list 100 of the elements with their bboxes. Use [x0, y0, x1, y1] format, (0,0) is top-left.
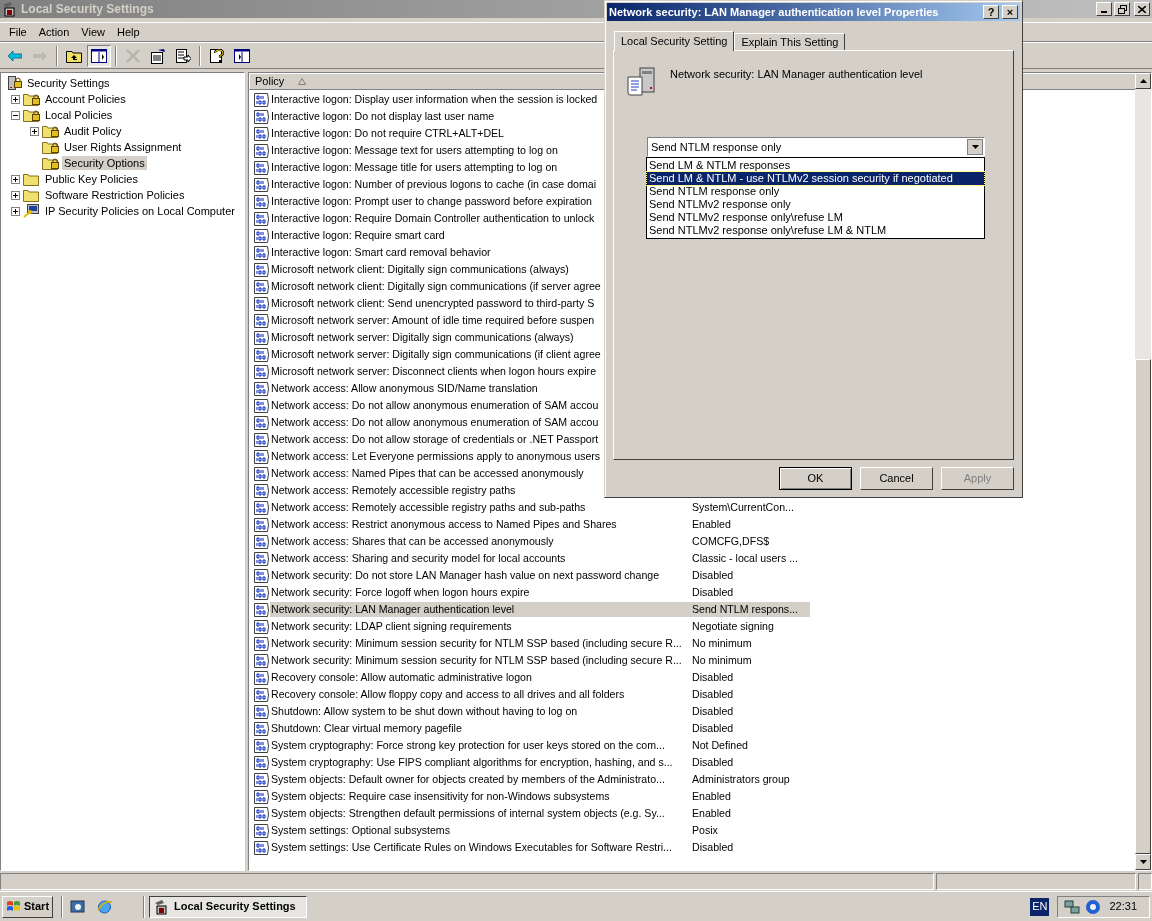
folder-up-icon: [66, 48, 82, 63]
expand-icon[interactable]: [11, 190, 20, 200]
dropdown[interactable]: Send NTLM response only: [647, 137, 985, 157]
policy-cell: Network access: Do not allow anonymous enumeration of SAM accou: [271, 398, 599, 413]
list-row[interactable]: Network access: Sharing and security model for local accounts Classic - local users ...: [270, 551, 810, 566]
scrollbar-thumb[interactable]: [1135, 359, 1151, 854]
policy-cell: Network access: Remotely accessible registry paths: [271, 483, 516, 498]
sort-ascending-icon: [298, 78, 307, 85]
list-row[interactable]: Network security: Minimum session security for NTLM SSP based (including secure R... No minimum: [270, 636, 810, 651]
dropdown-option[interactable]: Send LM & NTLM - use NTLMv2 session security if negotiated: [647, 172, 984, 185]
policy-cell: Network security: Minimum session security for NTLM SSP based (including secure R...: [271, 653, 682, 668]
clock[interactable]: 22:31: [1109, 898, 1137, 915]
dropdown-option[interactable]: Send LM & NTLM responses: [647, 159, 984, 172]
list-row[interactable]: Network access: Remotely accessible registry paths and sub-paths System\CurrentCon...: [270, 500, 810, 515]
list-row[interactable]: Recovery console: Allow floppy copy and access to all drives and all folders Disabled: [270, 687, 810, 702]
policy-cell: System cryptography: Use FIPS compliant algorithms for encryption, hashing, and s...: [271, 755, 673, 770]
setting-cell: COMCFG,DFS$: [692, 534, 770, 549]
policy-icon: [254, 414, 270, 431]
expand-icon[interactable]: [11, 174, 20, 184]
policy-cell: Interactive logon: Do not display last user name: [271, 109, 495, 124]
list-row[interactable]: Network access: Restrict anonymous access to Named Pipes and Shares Enabled: [270, 517, 810, 532]
setting-cell: Disabled: [692, 840, 734, 855]
tree-item[interactable]: Security Options: [62, 156, 147, 170]
policy-cell: System settings: Optional subsystems: [271, 823, 450, 838]
setting-cell: Posix: [692, 823, 718, 838]
collapse-icon[interactable]: [11, 110, 20, 120]
setting-cell: Enabled: [692, 789, 731, 804]
language-indicator[interactable]: EN: [1030, 897, 1050, 916]
list-row[interactable]: System objects: Default owner for objects created by members of the Administrato... Administrators group: [270, 772, 810, 787]
tree-item[interactable]: User Rights Assignment: [62, 140, 184, 154]
list-row[interactable]: Network security: Force logoff when logon hours expire Disabled: [270, 585, 810, 600]
policy-cell: Microsoft network server: Digitally sign communications (always): [271, 330, 574, 345]
scrollbar[interactable]: [1135, 73, 1151, 870]
list-row[interactable]: Network security: Do not store LAN Manager hash value on next password change Disabled: [270, 568, 810, 583]
list-row[interactable]: System objects: Require case insensitivity for non-Windows subsystems Enabled: [270, 789, 810, 804]
tab[interactable]: Local Security Setting: [614, 31, 735, 51]
forward-arrow-icon: [33, 50, 47, 61]
tree-item[interactable]: Public Key Policies: [43, 172, 140, 186]
window-title: Local Security Settings: [21, 1, 154, 18]
list-row[interactable]: Recovery console: Allow automatic administrative logon Disabled: [270, 670, 810, 685]
policy-icon: [254, 737, 270, 754]
list-row[interactable]: System objects: Strengthen default permissions of internal system objects (e.g. Sy... Enabled: [270, 806, 810, 821]
list-row[interactable]: Network security: Minimum session security for NTLM SSP based (including secure R... No minimum: [270, 653, 810, 668]
dropdown-option[interactable]: Send NTLM response only: [647, 185, 984, 198]
policy-icon: [254, 584, 270, 601]
setting-cell: Send NTLM respons...: [692, 602, 798, 617]
list-row[interactable]: System cryptography: Force strong key protection for user keys stored on the com... Not Defined: [270, 738, 810, 753]
policy-icon: [254, 346, 270, 363]
tree-item[interactable]: Local Policies: [43, 108, 115, 122]
list-row[interactable]: Network access: Shares that can be accessed anonymously COMCFG,DFS$: [270, 534, 810, 549]
policy-icon: [254, 142, 270, 159]
export-list-icon: [175, 47, 191, 64]
menu-item[interactable]: View: [75, 23, 111, 41]
policy-icon: [254, 499, 270, 516]
menu-item[interactable]: File: [3, 23, 33, 41]
expand-icon[interactable]: [11, 94, 20, 104]
list-row[interactable]: Shutdown: Clear virtual memory pagefile Disabled: [270, 721, 810, 736]
policy-icon: [254, 448, 270, 465]
restore-button[interactable]: [1114, 2, 1130, 16]
setting-cell: System\CurrentCon...: [692, 500, 794, 515]
list-row[interactable]: Network security: LAN Manager authentication level Send NTLM respons...: [270, 602, 810, 617]
tree-item[interactable]: Security Settings: [25, 76, 112, 90]
menu-item[interactable]: Help: [110, 23, 146, 41]
desktop-icon: [70, 898, 87, 915]
dropdown-option[interactable]: Send NTLMv2 response only\refuse LM & NTLM: [647, 224, 984, 237]
show-tree-button[interactable]: [87, 44, 111, 67]
policy-cell: Network access: Sharing and security model for local accounts: [271, 551, 566, 566]
list-row[interactable]: System settings: Use Certificate Rules on Windows Executables for Software Restri... Disabled: [270, 840, 810, 855]
network-icon[interactable]: [1064, 898, 1081, 915]
policy-cell: Network security: Force logoff when logon hours expire: [271, 585, 530, 600]
close-button[interactable]: [1134, 2, 1150, 16]
restore-icon: [1117, 4, 1127, 14]
tree-item[interactable]: Audit Policy: [62, 124, 124, 138]
help-button[interactable]: ?: [983, 5, 999, 19]
close-button[interactable]: ×: [1002, 5, 1018, 19]
tree-item[interactable]: Account Policies: [43, 92, 128, 106]
dropdown-option[interactable]: Send NTLMv2 response only: [647, 198, 984, 211]
policy-icon: [254, 686, 270, 703]
minimize-button[interactable]: [1096, 2, 1112, 16]
dialog-button[interactable]: OK: [779, 467, 852, 490]
policy-cell: Network access: Restrict anonymous access to Named Pipes and Shares: [271, 517, 617, 532]
dropdown-option[interactable]: Send NTLMv2 response only\refuse LM: [647, 211, 984, 224]
policy-cell: Network access: Remotely accessible registry paths and sub-paths: [271, 500, 586, 515]
expand-icon[interactable]: [11, 206, 20, 216]
setting-cell: Enabled: [692, 517, 731, 532]
policy-icon: [254, 363, 270, 380]
policy-icon: [254, 261, 270, 278]
list-row[interactable]: Network security: LDAP client signing requirements Negotiate signing: [270, 619, 810, 634]
tab[interactable]: Explain This Setting: [734, 33, 846, 50]
tree-item[interactable]: Software Restriction Policies: [43, 188, 187, 202]
expand-icon[interactable]: [30, 126, 39, 136]
tree-item[interactable]: IP Security Policies on Local Computer: [43, 204, 237, 218]
policy-icon: [254, 210, 270, 227]
dialog-button[interactable]: Cancel: [860, 467, 933, 490]
list-row[interactable]: Shutdown: Allow system to be shut down without having to log on Disabled: [270, 704, 810, 719]
list-row[interactable]: System settings: Optional subsystems Posix: [270, 823, 810, 838]
start-button[interactable]: Start: [2, 895, 54, 918]
menu-item[interactable]: Action: [32, 23, 76, 41]
list-row[interactable]: System cryptography: Use FIPS compliant algorithms for encryption, hashing, and s... Disabled: [270, 755, 810, 770]
taskbar-button[interactable]: Local Security Settings: [149, 895, 308, 918]
